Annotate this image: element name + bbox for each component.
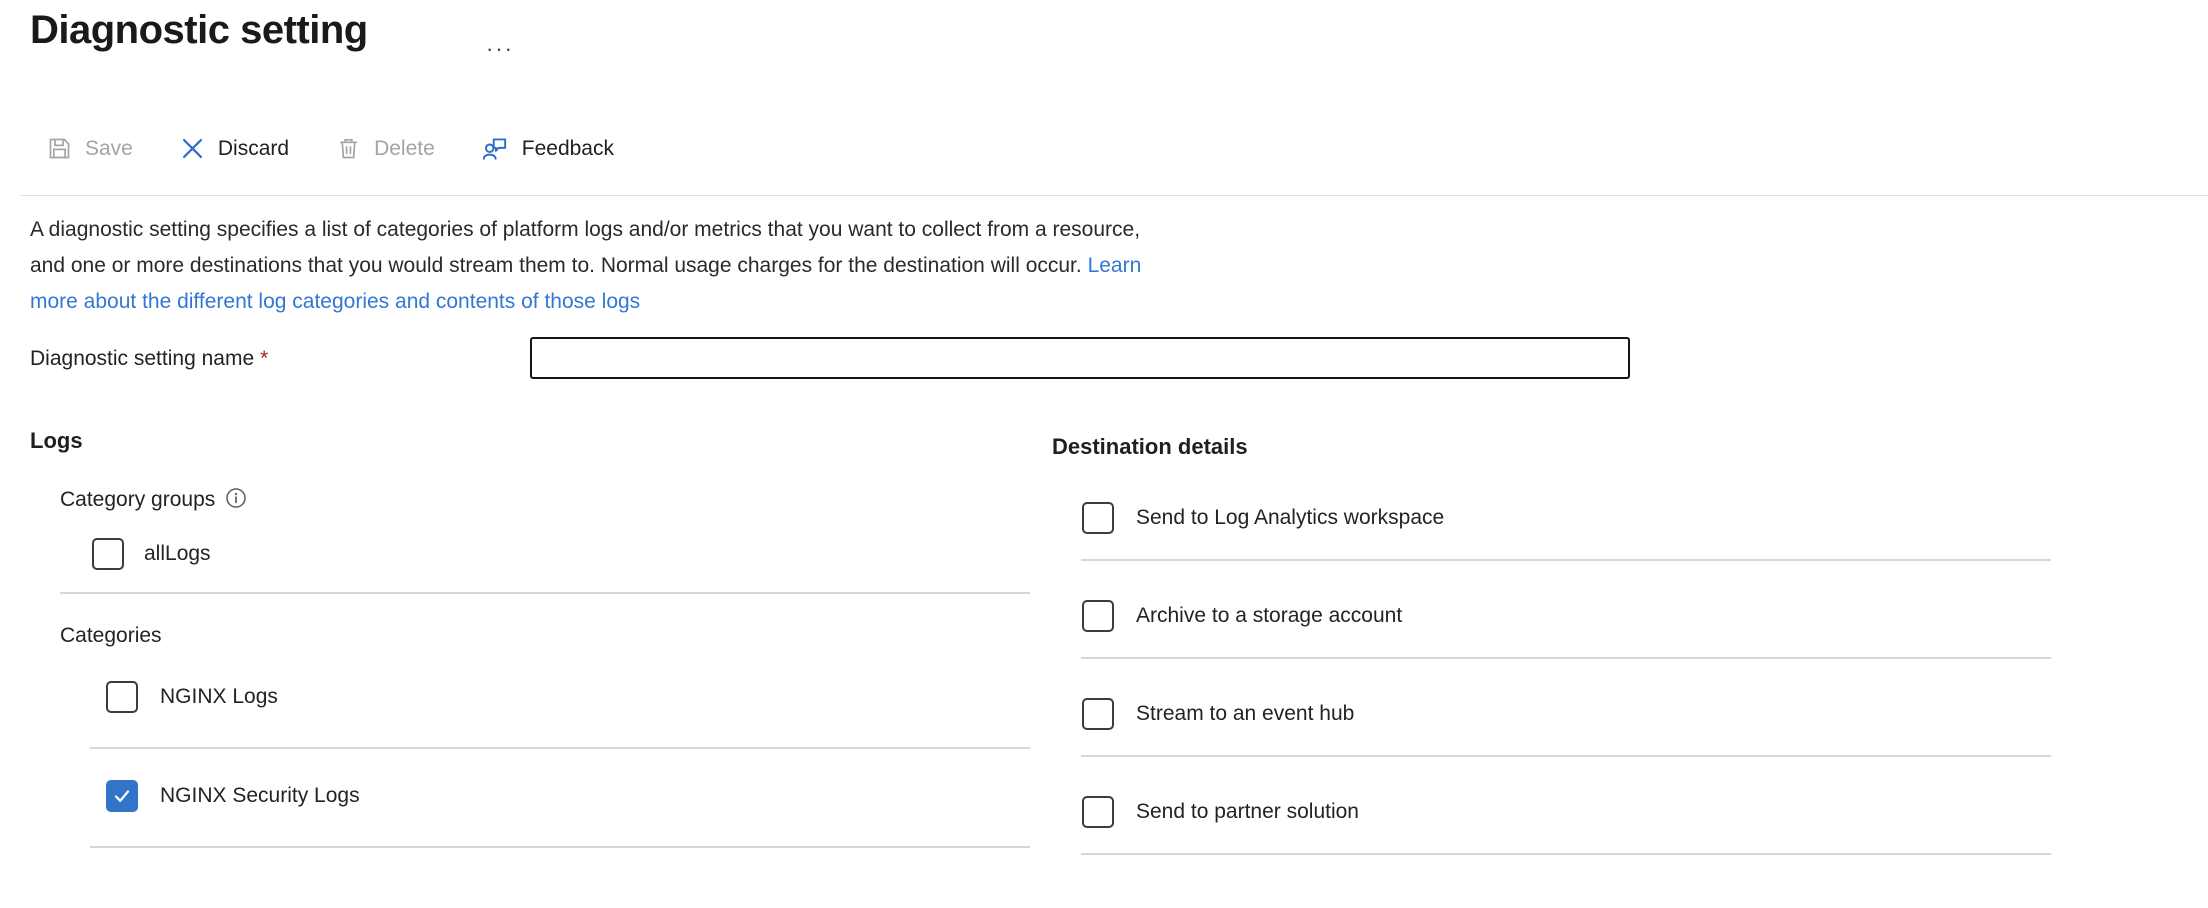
send-to-partner-solution-label[interactable]: Send to partner solution [1136,796,1359,828]
delete-button-label: Delete [374,137,435,161]
discard-icon [179,135,206,162]
description-line-2: and one or more destinations that you wo… [30,248,1141,284]
row-divider [60,592,1030,594]
feedback-button[interactable]: Feedback [481,134,614,163]
overflow-menu-button[interactable]: ··· [486,36,514,62]
diagnostic-setting-name-label: Diagnostic setting name* [30,347,268,371]
learn-more-link-continued[interactable]: more about the different log categories … [30,284,1141,320]
delete-icon [335,135,362,162]
send-to-log-analytics-checkbox[interactable] [1082,502,1114,534]
learn-more-link[interactable]: Learn [1088,254,1142,277]
delete-button[interactable]: Delete [335,135,435,162]
row-divider [90,846,1030,848]
feedback-icon [481,134,510,163]
page-title: Diagnostic setting [30,8,368,53]
save-icon [46,135,73,162]
alllogs-label[interactable]: allLogs [144,538,211,570]
send-to-partner-solution-checkbox[interactable] [1082,796,1114,828]
save-button[interactable]: Save [46,135,133,162]
archive-to-storage-label[interactable]: Archive to a storage account [1136,600,1402,632]
archive-to-storage-checkbox[interactable] [1082,600,1114,632]
category-groups-label: Category groups [60,487,247,515]
row-divider [1081,853,2051,855]
required-asterisk: * [254,347,268,370]
categories-label: Categories [60,624,162,648]
row-divider [1081,755,2051,757]
command-bar: Save Discard Delete Fee [46,134,614,163]
feedback-button-label: Feedback [522,137,614,161]
nginx-logs-checkbox[interactable] [106,681,138,713]
discard-button-label: Discard [218,137,289,161]
stream-to-event-hub-checkbox[interactable] [1082,698,1114,730]
diagnostic-setting-name-input[interactable] [530,337,1630,379]
info-icon[interactable] [225,487,247,515]
destination-details-heading: Destination details [1052,434,1248,460]
row-divider [1081,559,2051,561]
description-text: A diagnostic setting specifies a list of… [30,212,1141,320]
description-line-1: A diagnostic setting specifies a list of… [30,212,1141,248]
nginx-logs-label[interactable]: NGINX Logs [160,681,278,713]
nginx-security-logs-label[interactable]: NGINX Security Logs [160,780,360,812]
discard-button[interactable]: Discard [179,135,289,162]
stream-to-event-hub-label[interactable]: Stream to an event hub [1136,698,1354,730]
alllogs-checkbox[interactable] [92,538,124,570]
row-divider [90,747,1030,749]
save-button-label: Save [85,137,133,161]
nginx-security-logs-checkbox[interactable] [106,780,138,812]
logs-section-heading: Logs [30,428,83,454]
row-divider [1081,657,2051,659]
toolbar-divider [20,195,2208,196]
send-to-log-analytics-label[interactable]: Send to Log Analytics workspace [1136,502,1444,534]
